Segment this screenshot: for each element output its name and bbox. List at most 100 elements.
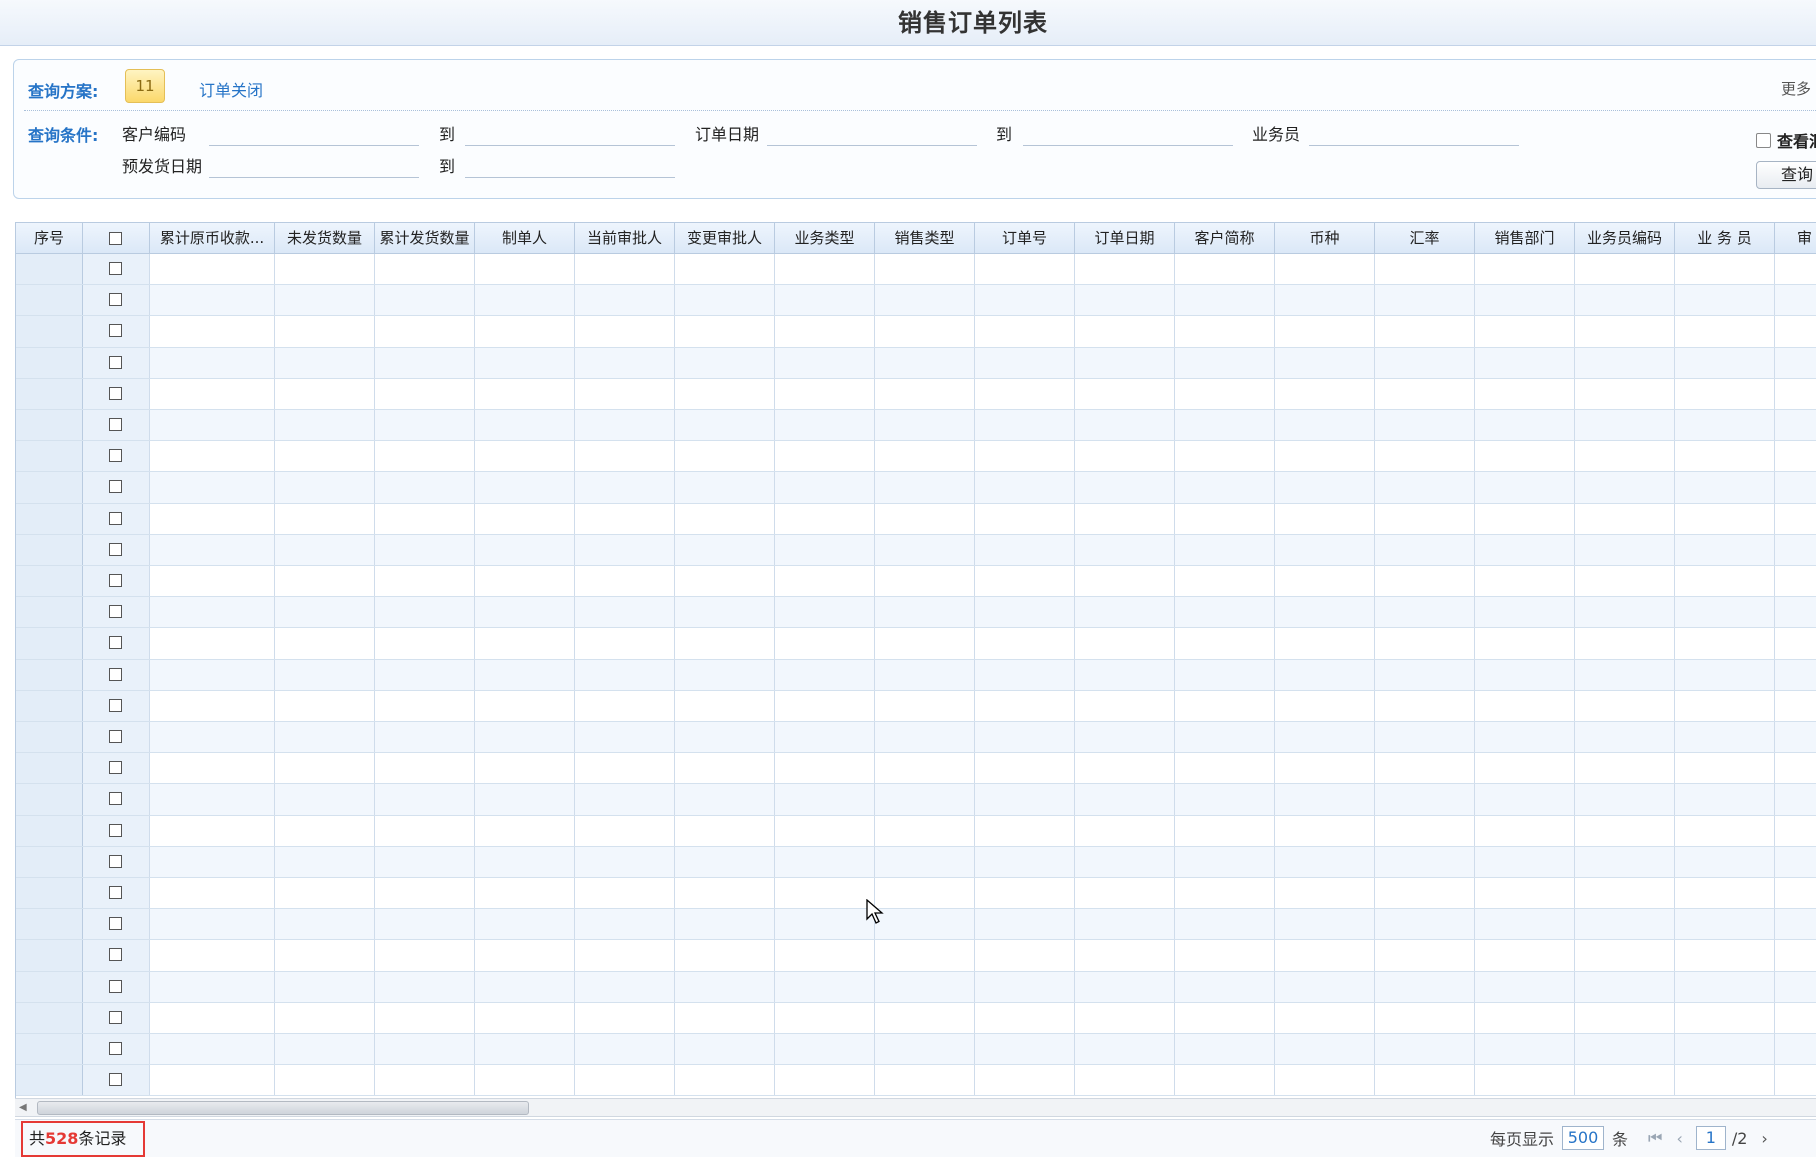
row-checkbox[interactable] [109, 262, 122, 276]
table-row[interactable] [16, 722, 1816, 754]
table-cell-select[interactable] [83, 285, 150, 316]
row-checkbox[interactable] [109, 1073, 122, 1087]
column-header-sales-dept[interactable]: 销售部门 [1475, 223, 1575, 254]
column-header-select[interactable] [83, 223, 150, 254]
table-row[interactable] [16, 347, 1816, 379]
table-row[interactable] [16, 909, 1816, 941]
table-cell-select[interactable] [83, 254, 150, 285]
table-cell-select[interactable] [83, 690, 150, 721]
current-page-input[interactable]: 1 [1695, 1126, 1726, 1150]
table-cell-select[interactable] [83, 1034, 150, 1065]
table-row[interactable] [16, 566, 1816, 598]
table-row[interactable] [16, 753, 1816, 785]
table-row[interactable] [16, 815, 1816, 847]
row-checkbox[interactable] [109, 605, 122, 619]
customer-code-to-input[interactable] [465, 122, 675, 146]
table-cell-select[interactable] [83, 971, 150, 1002]
table-row[interactable] [16, 690, 1816, 722]
table-row[interactable] [16, 971, 1816, 1003]
row-checkbox[interactable] [109, 917, 122, 931]
table-cell-select[interactable] [83, 472, 150, 503]
table-row[interactable] [16, 659, 1816, 691]
table-row[interactable] [16, 441, 1816, 473]
row-checkbox[interactable] [109, 792, 122, 806]
salesperson-input[interactable] [1309, 122, 1519, 146]
row-checkbox[interactable] [109, 979, 122, 993]
table-cell-select[interactable] [83, 722, 150, 753]
row-checkbox[interactable] [109, 698, 122, 712]
row-checkbox[interactable] [109, 418, 122, 432]
table-cell-select[interactable] [83, 628, 150, 659]
table-row[interactable] [16, 628, 1816, 660]
row-checkbox[interactable] [109, 948, 122, 962]
column-header-exchange-rate[interactable]: 汇率 [1375, 223, 1475, 254]
table-cell-select[interactable] [83, 878, 150, 909]
table-cell-select[interactable] [83, 784, 150, 815]
table-row[interactable] [16, 597, 1816, 629]
next-page-icon[interactable]: › [1761, 1129, 1767, 1148]
table-cell-select[interactable] [83, 410, 150, 441]
column-header-business-type[interactable]: 业务类型 [775, 223, 875, 254]
column-header-creator[interactable]: 制单人 [475, 223, 575, 254]
table-cell-select[interactable] [83, 534, 150, 565]
table-cell-select[interactable] [83, 909, 150, 940]
table-cell-select[interactable] [83, 1065, 150, 1096]
customer-code-from-input[interactable] [209, 122, 419, 146]
column-header-customer-abbr[interactable]: 客户简称 [1175, 223, 1275, 254]
order-close-link[interactable]: 订单关闭 [199, 77, 263, 101]
pre-ship-date-to-input[interactable] [465, 154, 675, 178]
table-row[interactable] [16, 1065, 1816, 1097]
column-header-change-approver[interactable]: 变更审批人 [675, 223, 775, 254]
column-header-salesperson[interactable]: 业 务 员 [1675, 223, 1775, 254]
column-header-currency[interactable]: 币种 [1275, 223, 1375, 254]
row-checkbox[interactable] [109, 355, 122, 369]
table-cell-select[interactable] [83, 347, 150, 378]
checkbox-icon[interactable] [1756, 132, 1771, 148]
table-cell-select[interactable] [83, 566, 150, 597]
table-cell-select[interactable] [83, 597, 150, 628]
prev-page-icon[interactable]: ‹ [1676, 1129, 1682, 1148]
first-page-icon[interactable]: ⏮ [1648, 1128, 1662, 1148]
row-checkbox[interactable] [109, 386, 122, 400]
table-row[interactable] [16, 784, 1816, 816]
row-checkbox[interactable] [109, 1010, 122, 1024]
column-header-sales-type[interactable]: 销售类型 [875, 223, 975, 254]
table-row[interactable] [16, 316, 1816, 348]
table-row[interactable] [16, 503, 1816, 535]
table-cell-select[interactable] [83, 940, 150, 971]
column-header-order-date[interactable]: 订单日期 [1075, 223, 1175, 254]
row-checkbox[interactable] [109, 636, 122, 650]
order-date-from-input[interactable] [767, 122, 977, 146]
table-row[interactable] [16, 1002, 1816, 1034]
row-checkbox[interactable] [109, 667, 122, 681]
table-cell-select[interactable] [83, 659, 150, 690]
scroll-left-icon[interactable]: ◀ [19, 1102, 27, 1113]
table-cell-select[interactable] [83, 441, 150, 472]
column-header-cum-shipped-qty[interactable]: 累计发货数量 [375, 223, 475, 254]
table-row[interactable] [16, 1034, 1816, 1066]
column-header-unshipped-qty[interactable]: 未发货数量 [275, 223, 375, 254]
table-row[interactable] [16, 410, 1816, 442]
row-checkbox[interactable] [109, 761, 122, 775]
more-link[interactable]: 更多 [1781, 78, 1811, 99]
row-checkbox[interactable] [109, 511, 122, 525]
table-cell-select[interactable] [83, 503, 150, 534]
column-header-salesperson-code[interactable]: 业务员编码 [1575, 223, 1675, 254]
query-plan-chip[interactable]: 11 [125, 69, 165, 103]
table-row[interactable] [16, 534, 1816, 566]
table-cell-select[interactable] [83, 1002, 150, 1033]
row-checkbox[interactable] [109, 730, 122, 744]
table-row[interactable] [16, 285, 1816, 317]
row-checkbox[interactable] [109, 823, 122, 837]
row-checkbox[interactable] [109, 854, 122, 868]
page-size-input[interactable]: 500 [1562, 1126, 1605, 1150]
row-checkbox[interactable] [109, 1042, 122, 1056]
row-checkbox[interactable] [109, 449, 122, 463]
select-all-checkbox[interactable] [109, 231, 122, 245]
row-checkbox[interactable] [109, 574, 122, 588]
horizontal-scrollbar[interactable]: ◀ [15, 1098, 1816, 1117]
column-header-cum-receipt[interactable]: 累计原币收款... [150, 223, 275, 254]
table-row[interactable] [16, 940, 1816, 972]
table-cell-select[interactable] [83, 753, 150, 784]
row-checkbox[interactable] [109, 886, 122, 900]
